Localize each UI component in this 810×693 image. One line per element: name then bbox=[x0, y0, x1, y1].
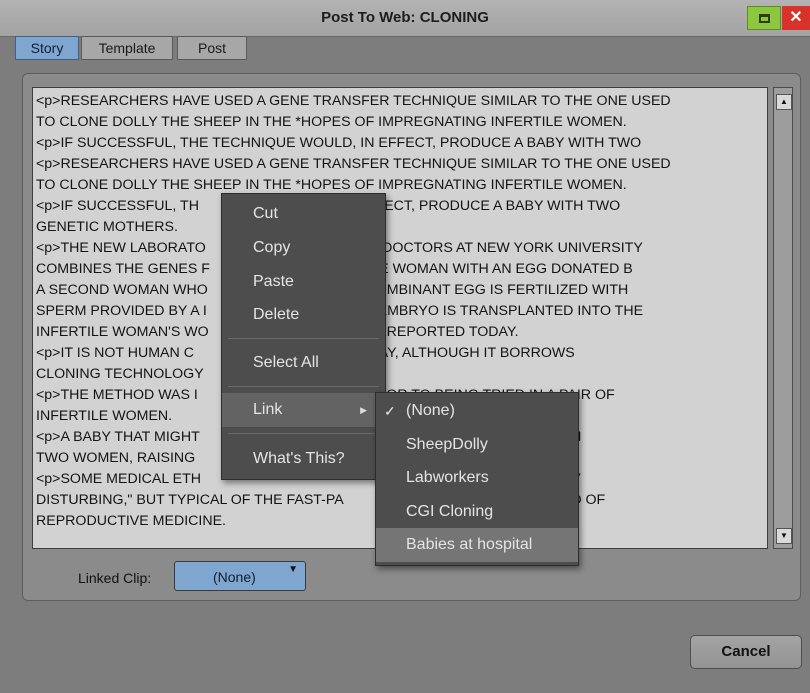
link-item-labworkers[interactable]: Labworkers bbox=[376, 461, 578, 495]
menu-item-whats-this[interactable]: What's This? bbox=[222, 442, 385, 476]
maximize-square-icon bbox=[759, 14, 770, 23]
text-line: COMBINES THE GENES F INFERTILE WOMAN WIT… bbox=[36, 261, 633, 277]
submenu-arrow-icon: ▶ bbox=[360, 405, 367, 415]
text-line: <p>RESEARCHERS HAVE USED A GENE TRANSFER… bbox=[36, 156, 671, 172]
scroll-down-icon[interactable]: ▼ bbox=[776, 528, 792, 544]
text-line: <p>THE NEW LABORATO ERED BY DOCTORS AT N… bbox=[36, 240, 643, 256]
close-button[interactable]: ✕ bbox=[782, 6, 810, 30]
menu-divider bbox=[228, 386, 379, 387]
text-line: <p>IF SUCCESSFUL, THE TECHNIQUE WOULD, I… bbox=[36, 135, 642, 151]
link-item-label: Labworkers bbox=[406, 469, 489, 486]
linked-clip-select[interactable]: (None) ▼ bbox=[174, 561, 306, 591]
text-line: CLONING TECHNOLOGY MBRYO. bbox=[36, 366, 374, 382]
scroll-up-icon[interactable]: ▲ bbox=[776, 94, 792, 110]
menu-item-label: Paste bbox=[253, 273, 294, 290]
maximize-button[interactable] bbox=[747, 6, 781, 30]
menu-item-label: What's This? bbox=[253, 450, 345, 467]
link-item-sheepdolly[interactable]: SheepDolly bbox=[376, 428, 578, 462]
link-item-none[interactable]: ✓ (None) bbox=[376, 394, 578, 428]
link-item-label: CGI Cloning bbox=[406, 503, 494, 520]
title-bar: Post To Web: CLONING ✕ bbox=[0, 0, 810, 37]
dropdown-arrow-icon: ▼ bbox=[288, 564, 298, 575]
menu-item-select-all[interactable]: Select All bbox=[222, 346, 385, 380]
link-item-cgi-cloning[interactable]: CGI Cloning bbox=[376, 495, 578, 529]
linked-clip-label: Linked Clip: bbox=[78, 570, 152, 586]
menu-item-label: Link bbox=[253, 401, 283, 418]
checkmark-icon: ✓ bbox=[384, 403, 396, 419]
window-title: Post To Web: CLONING bbox=[321, 9, 489, 26]
link-item-babies-at-hospital[interactable]: Babies at hospital bbox=[376, 528, 578, 562]
tab-template[interactable]: Template bbox=[81, 36, 173, 60]
link-item-label: (None) bbox=[406, 402, 455, 419]
menu-item-delete[interactable]: Delete bbox=[222, 298, 385, 332]
text-line: TO CLONE DOLLY THE SHEEP IN THE *HOPES O… bbox=[36, 177, 627, 193]
link-submenu: ✓ (None) SheepDolly Labworkers CGI Cloni… bbox=[375, 392, 579, 566]
menu-divider bbox=[228, 338, 379, 339]
menu-item-label: Copy bbox=[253, 239, 291, 256]
menu-item-copy[interactable]: Copy bbox=[222, 231, 385, 265]
menu-item-label: Cut bbox=[253, 205, 278, 222]
tab-post[interactable]: Post bbox=[177, 36, 247, 60]
menu-item-paste[interactable]: Paste bbox=[222, 265, 385, 299]
text-line: A SECOND WOMAN WHO HE RECOMBINANT EGG IS… bbox=[36, 282, 629, 298]
text-line: INFERTILE WOMAN'S WO ON POST REPORTED TO… bbox=[36, 324, 519, 340]
link-item-label: SheepDolly bbox=[406, 436, 488, 453]
vertical-scrollbar[interactable]: ▲ ▼ bbox=[773, 87, 793, 549]
text-line: <p>RESEARCHERS HAVE USED A GENE TRANSFER… bbox=[36, 93, 671, 109]
tab-story[interactable]: Story bbox=[15, 36, 79, 60]
text-line: SPERM PROVIDED BY A I SULTING EMBRYO IS … bbox=[36, 303, 644, 319]
menu-item-label: Select All bbox=[253, 354, 319, 371]
link-item-label: Babies at hospital bbox=[406, 536, 533, 553]
menu-item-cut[interactable]: Cut bbox=[222, 197, 385, 231]
text-line: <p>IF SUCCESSFUL, TH D, IN EFFECT, PRODU… bbox=[36, 198, 621, 214]
cancel-button[interactable]: Cancel bbox=[690, 635, 802, 669]
text-line: <p>IT IS NOT HUMAN C SAID TODAY, ALTHOUG… bbox=[36, 345, 575, 361]
context-menu: Cut Copy Paste Delete Select All Link ▶ … bbox=[221, 193, 386, 480]
menu-divider bbox=[228, 433, 379, 434]
linked-clip-value: (None) bbox=[213, 569, 256, 585]
text-line: GENETIC MOTHERS. bbox=[36, 219, 178, 235]
text-line: TO CLONE DOLLY THE SHEEP IN THE *HOPES O… bbox=[36, 114, 627, 130]
menu-item-link[interactable]: Link ▶ bbox=[222, 393, 385, 427]
menu-item-label: Delete bbox=[253, 306, 300, 323]
